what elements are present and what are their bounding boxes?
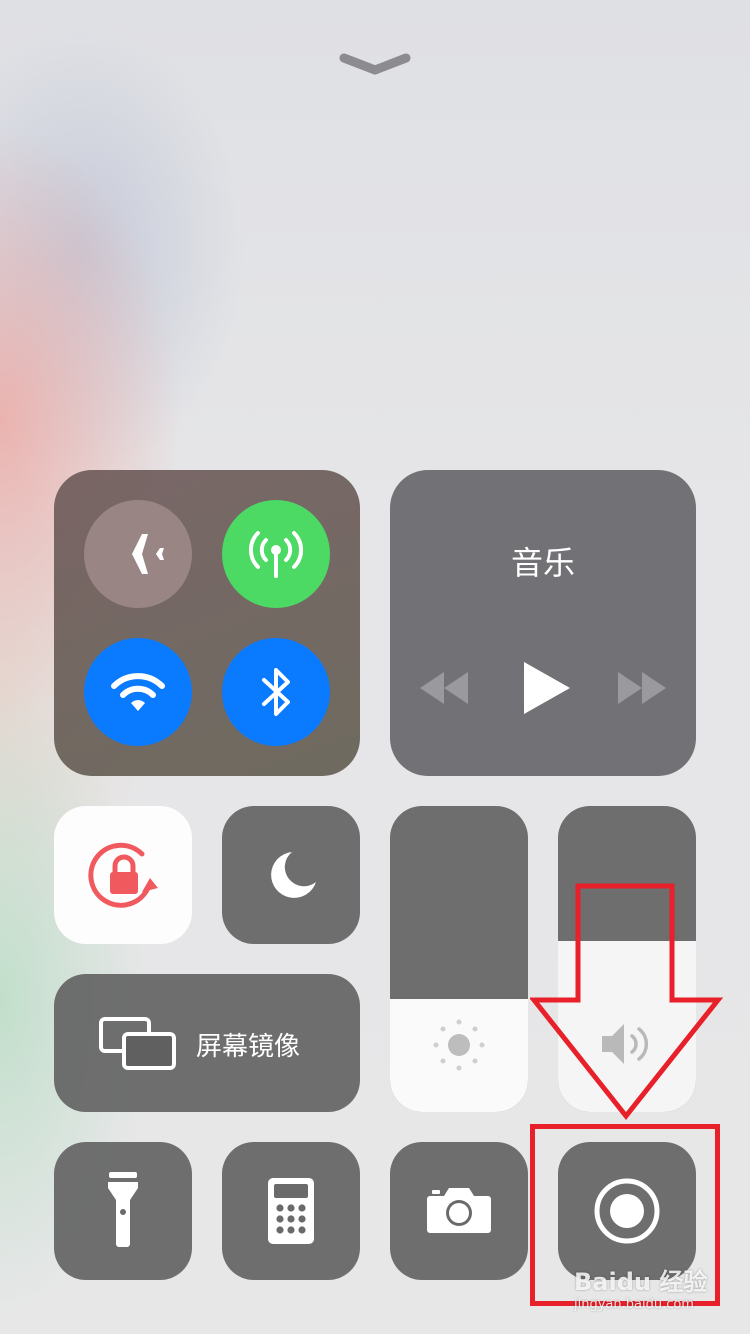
wifi-icon bbox=[110, 666, 166, 718]
music-title: 音乐 bbox=[510, 544, 575, 582]
wifi-button[interactable] bbox=[84, 638, 192, 746]
flashlight-button[interactable] bbox=[54, 1142, 192, 1280]
play-icon[interactable] bbox=[520, 660, 572, 716]
orientation-lock-button[interactable] bbox=[54, 806, 192, 944]
cellular-antenna-icon bbox=[246, 524, 306, 584]
fast-forward-icon[interactable] bbox=[616, 670, 668, 706]
calculator-icon bbox=[268, 1178, 314, 1244]
airplane-mode-button[interactable] bbox=[84, 500, 192, 608]
watermark-url: jingyan.baidu.com bbox=[574, 1297, 694, 1312]
bluetooth-button[interactable] bbox=[222, 638, 330, 746]
watermark: Baidu 经验 jingyan.baidu.com bbox=[574, 1262, 707, 1312]
screen-mirroring-button[interactable]: 屏幕镜像 bbox=[54, 974, 360, 1112]
camera-icon bbox=[426, 1184, 492, 1234]
cellular-data-button[interactable] bbox=[222, 500, 330, 608]
music-module[interactable]: 音乐 bbox=[390, 470, 696, 776]
flashlight-icon bbox=[106, 1172, 140, 1248]
annotation-arrow bbox=[528, 882, 724, 1126]
screen-mirroring-label: 屏幕镜像 bbox=[196, 1032, 301, 1062]
brightness-slider[interactable] bbox=[390, 806, 528, 1112]
screen-mirroring-icon bbox=[98, 1016, 178, 1072]
chevron-down-icon[interactable] bbox=[338, 50, 412, 78]
sun-icon bbox=[432, 1018, 486, 1072]
do-not-disturb-button[interactable] bbox=[222, 806, 360, 944]
bluetooth-icon bbox=[256, 664, 296, 720]
rotation-lock-icon bbox=[86, 838, 162, 914]
moon-icon bbox=[264, 848, 318, 902]
watermark-logo: Baidu 经验 bbox=[574, 1268, 708, 1296]
camera-button[interactable] bbox=[390, 1142, 528, 1280]
rewind-icon[interactable] bbox=[418, 670, 470, 706]
calculator-button[interactable] bbox=[222, 1142, 360, 1280]
airplane-icon bbox=[112, 528, 164, 580]
